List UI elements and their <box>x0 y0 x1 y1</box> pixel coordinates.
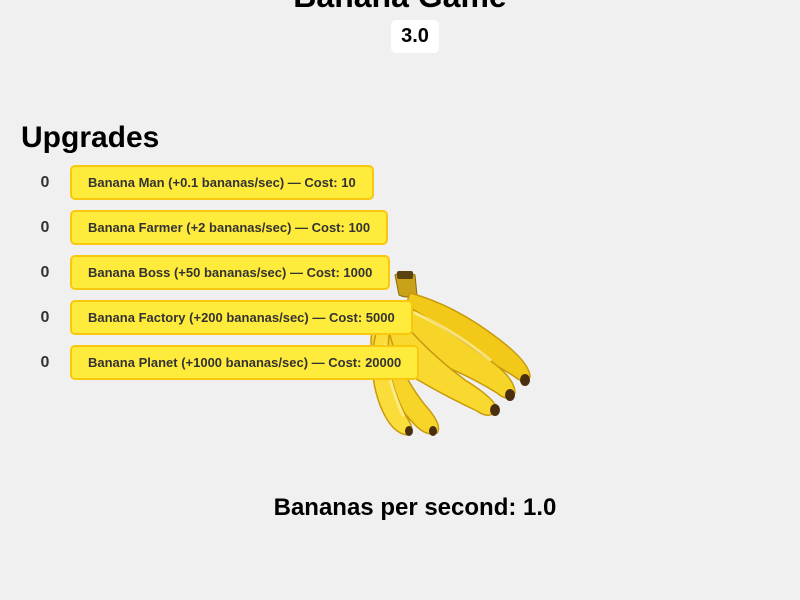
banana-counter: 3.0 <box>391 20 439 53</box>
buy-banana-factory-button[interactable]: Banana Factory (+200 bananas/sec) — Cost… <box>70 300 413 335</box>
buy-banana-farmer-button[interactable]: Banana Farmer (+2 bananas/sec) — Cost: 1… <box>70 210 389 245</box>
game-title: Banana Game <box>0 0 800 16</box>
upgrades-heading: Upgrades <box>21 121 160 154</box>
upgrade-row-banana-factory: 0 Banana Factory (+200 bananas/sec) — Co… <box>0 300 500 335</box>
upgrade-row-banana-man: 0 Banana Man (+0.1 bananas/sec) — Cost: … <box>0 165 500 200</box>
upgrade-count: 0 <box>40 354 50 371</box>
buy-banana-planet-button[interactable]: Banana Planet (+1000 bananas/sec) — Cost… <box>70 345 420 380</box>
upgrade-count: 0 <box>40 264 50 281</box>
game-screen: Banana Game 3.0 Upgrades 0 Banana Man (+… <box>0 0 800 600</box>
buy-banana-boss-button[interactable]: Banana Boss (+50 bananas/sec) — Cost: 10… <box>70 255 391 290</box>
upgrade-count: 0 <box>40 174 50 191</box>
upgrade-row-banana-planet: 0 Banana Planet (+1000 bananas/sec) — Co… <box>0 345 500 380</box>
upgrade-row-banana-boss: 0 Banana Boss (+50 bananas/sec) — Cost: … <box>0 255 500 290</box>
upgrade-count: 0 <box>40 309 50 326</box>
buy-banana-man-button[interactable]: Banana Man (+0.1 bananas/sec) — Cost: 10 <box>70 165 374 200</box>
upgrade-row-banana-farmer: 0 Banana Farmer (+2 bananas/sec) — Cost:… <box>0 210 500 245</box>
bananas-per-second-label: Bananas per second: 1.0 <box>273 494 557 521</box>
upgrade-count: 0 <box>40 219 50 236</box>
